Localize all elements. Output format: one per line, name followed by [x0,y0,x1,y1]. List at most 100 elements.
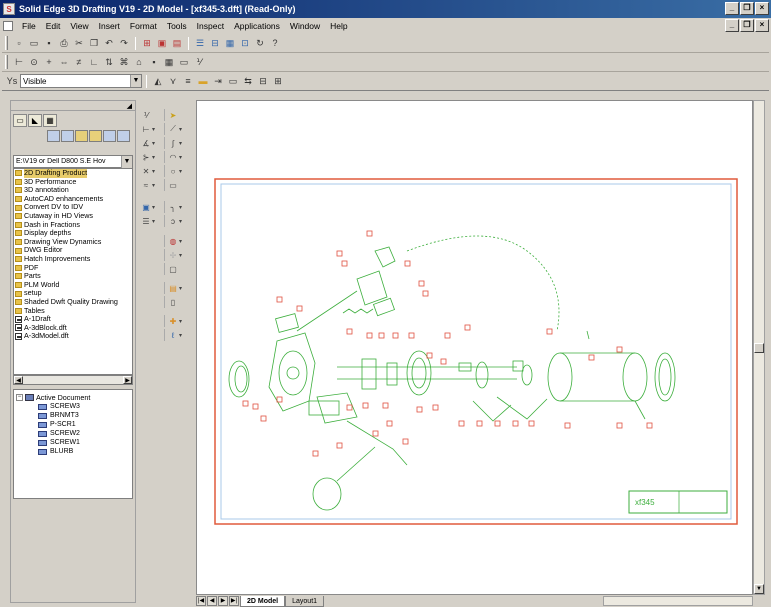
minimize-button[interactable]: _ [725,2,739,15]
chevron-down-icon[interactable]: ▾ [152,126,155,133]
menu-tools[interactable]: Tools [162,21,192,31]
small-icons-icon[interactable] [75,130,88,142]
chevron-down-icon[interactable]: ▾ [179,238,182,245]
preview-icon[interactable] [117,130,130,142]
rotate-icon[interactable]: ↻ [253,36,267,50]
style-icon[interactable]: Ys [5,74,19,88]
chevron-down-icon[interactable]: ▾ [179,285,182,292]
tree-part-item[interactable]: P-SCR1 [16,420,130,429]
chevron-down-icon[interactable]: ▼ [121,155,132,168]
chevron-down-icon[interactable]: ▾ [179,140,182,147]
toolbar-grip[interactable] [5,36,8,50]
tree-part-item[interactable]: SCREW2 [16,429,130,438]
move-icon[interactable]: ⇆ [241,74,255,88]
chevron-down-icon[interactable]: ▾ [179,318,182,325]
chevron-down-icon[interactable]: ▾ [179,204,182,211]
style-select[interactable]: Visible ▼ [20,74,142,88]
file-item[interactable]: A-3dModel.dft [14,332,132,341]
line-tool[interactable]: ⟋ ▾ [164,123,188,135]
smart-dimension-tool[interactable]: ⊢ ▾ [140,123,164,135]
menu-view[interactable]: View [65,21,93,31]
arrow-icon[interactable]: ⇥ [211,74,225,88]
menu-file[interactable]: File [17,21,41,31]
whats-this-icon[interactable]: ? [268,36,282,50]
prev-sheet-icon[interactable]: ◀ [207,596,217,606]
scroll-down-icon[interactable]: ▼ [754,584,764,594]
view-wizard-tool[interactable]: ▣ ▾ [140,201,164,213]
weld-tool[interactable]: ✚ ▾ [164,315,188,327]
tree-part-item[interactable]: SCREW3 [16,402,130,411]
menu-edit[interactable]: Edit [41,21,66,31]
close-button[interactable]: × [755,2,769,15]
select-icon[interactable]: ⊢ [12,55,26,69]
grid-icon[interactable]: ▦ [162,55,176,69]
large-icons-icon[interactable] [61,130,74,142]
curve-tool[interactable]: ∫ ▾ [164,137,188,149]
arc-tool[interactable]: ◠ ▾ [164,151,188,163]
new-icon[interactable]: ▫ [12,36,26,50]
coordinate-dimension-tool[interactable]: ⊱ ▾ [140,151,164,163]
scroll-thumb[interactable] [754,343,764,353]
offset-icon[interactable]: ≠ [72,55,86,69]
doc-minimize-button[interactable]: _ [725,19,739,32]
chevron-down-icon[interactable]: ▾ [179,168,182,175]
fit-icon[interactable]: ▣ [155,36,169,50]
details-view-icon[interactable] [103,130,116,142]
pattern-icon[interactable]: ⊡ [238,36,252,50]
print-icon[interactable]: ⎙ [57,36,71,50]
add-icon[interactable]: + [42,55,56,69]
note-tool[interactable]: ▯ [164,296,188,308]
doc-close-button[interactable]: × [755,19,769,32]
line-type-icon[interactable]: ⋎ [166,74,180,88]
trim-tool[interactable]: ↄ ▾ [164,215,188,227]
align-icon[interactable]: ⊟ [256,74,270,88]
relation-tool[interactable]: ◍ ▾ [164,235,188,247]
region-icon[interactable]: ▭ [177,55,191,69]
angle-dimension-tool[interactable]: ∡ ▾ [140,137,164,149]
layers-tab-icon[interactable]: ◣ [28,114,42,127]
circle-tool[interactable]: ○ ▾ [164,165,188,177]
frame-tool[interactable]: ▢ [164,263,188,275]
symbol-icon[interactable]: ⌘ [117,55,131,69]
layers-icon[interactable]: ☰ [193,36,207,50]
restore-button[interactable]: ❐ [740,2,754,15]
text-box-icon[interactable]: ▭ [226,74,240,88]
chevron-down-icon[interactable]: ▾ [152,218,155,225]
menu-insert[interactable]: Insert [94,21,125,31]
balloon-tool[interactable]: ℓ ▾ [164,329,188,341]
save-icon[interactable]: ▪ [42,36,56,50]
drawing-canvas[interactable]: xf345 [196,100,753,595]
chevron-down-icon[interactable]: ▼ [130,75,141,87]
path-select[interactable]: E:\V19 or Dell D800 S.E Hov ▼ [13,155,133,168]
open-icon[interactable]: ▭ [27,36,41,50]
angle-icon[interactable]: ∟ [87,55,101,69]
color-icon[interactable]: ◭ [151,74,165,88]
tree-part-item[interactable]: SCREW1 [16,438,130,447]
scroll-right-icon[interactable]: ▶ [123,376,132,384]
cut-icon[interactable]: ✂ [72,36,86,50]
rectangle-tool[interactable]: ▭ [164,179,188,191]
chevron-down-icon[interactable]: ▾ [152,168,155,175]
first-sheet-icon[interactable]: |◀ [196,596,206,606]
undo-icon[interactable]: ↶ [102,36,116,50]
library-tab-icon[interactable]: ▭ [13,114,27,127]
tab-layout1[interactable]: Layout1 [285,595,325,607]
scroll-left-icon[interactable]: ◀ [14,376,23,384]
last-sheet-icon[interactable]: ▶| [229,596,239,606]
symmetry-tool[interactable]: ✕ ▾ [140,165,164,177]
chevron-down-icon[interactable]: ▾ [179,126,182,133]
document-icon[interactable] [3,20,13,31]
copy-icon[interactable]: ❐ [87,36,101,50]
groups-tab-icon[interactable]: ▦ [43,114,57,127]
fillet-tool[interactable]: ╮ ▾ [164,201,188,213]
chevron-down-icon[interactable]: ▾ [179,252,182,259]
table-icon[interactable]: ▦ [223,36,237,50]
menu-window[interactable]: Window [285,21,325,31]
point-icon[interactable]: ⊙ [27,55,41,69]
collapse-icon[interactable]: − [16,394,23,401]
next-sheet-icon[interactable]: ▶ [218,596,228,606]
menu-applications[interactable]: Applications [229,21,285,31]
tree-root[interactable]: − Active Document [16,393,130,402]
doc-restore-button[interactable]: ❐ [740,19,754,32]
chevron-down-icon[interactable]: ▾ [179,154,182,161]
